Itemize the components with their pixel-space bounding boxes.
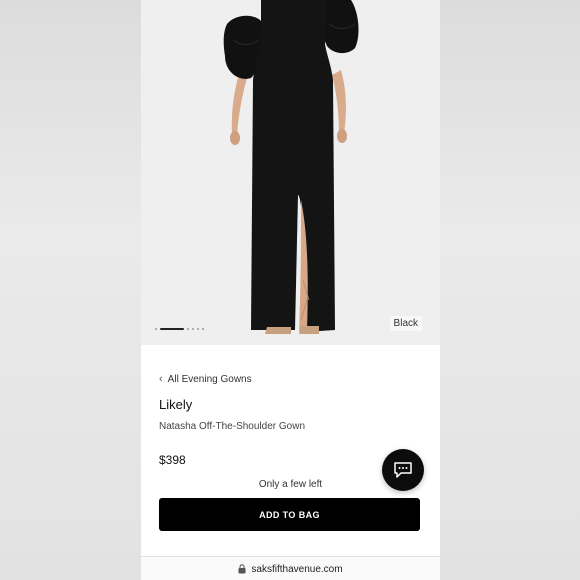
lock-icon <box>238 564 246 574</box>
blurred-background-right <box>439 0 580 580</box>
carousel-dot[interactable] <box>197 328 199 330</box>
stock-status: Only a few left <box>258 479 323 490</box>
blurred-background-left <box>0 0 141 580</box>
brand-name[interactable]: Likely <box>159 397 192 412</box>
url-text[interactable]: saksfifthavenue.com <box>251 564 342 575</box>
chat-bubble-icon <box>394 462 412 478</box>
product-price: $398 <box>159 453 186 467</box>
back-link-label[interactable]: All Evening Gowns <box>168 374 252 385</box>
carousel-dot[interactable] <box>187 328 189 330</box>
color-label: Black <box>389 316 422 331</box>
browser-url-bar[interactable]: saksfifthavenue.com <box>141 556 440 580</box>
carousel-indicator[interactable] <box>155 327 204 331</box>
add-to-bag-button[interactable]: ADD TO BAG <box>159 498 420 531</box>
gown-illustration <box>223 0 359 334</box>
carousel-dot-active[interactable] <box>160 328 184 330</box>
product-title: Natasha Off-The-Shoulder Gown <box>159 421 306 432</box>
carousel-dot[interactable] <box>155 328 157 330</box>
chevron-left-icon: ‹ <box>159 373 163 385</box>
carousel-dot[interactable] <box>202 328 204 330</box>
product-page: Black ‹ All Evening Gowns Likely Natasha… <box>141 0 440 580</box>
back-to-category-link[interactable]: ‹ All Evening Gowns <box>159 373 252 385</box>
product-image[interactable]: Black <box>141 0 440 345</box>
carousel-dot[interactable] <box>192 328 194 330</box>
